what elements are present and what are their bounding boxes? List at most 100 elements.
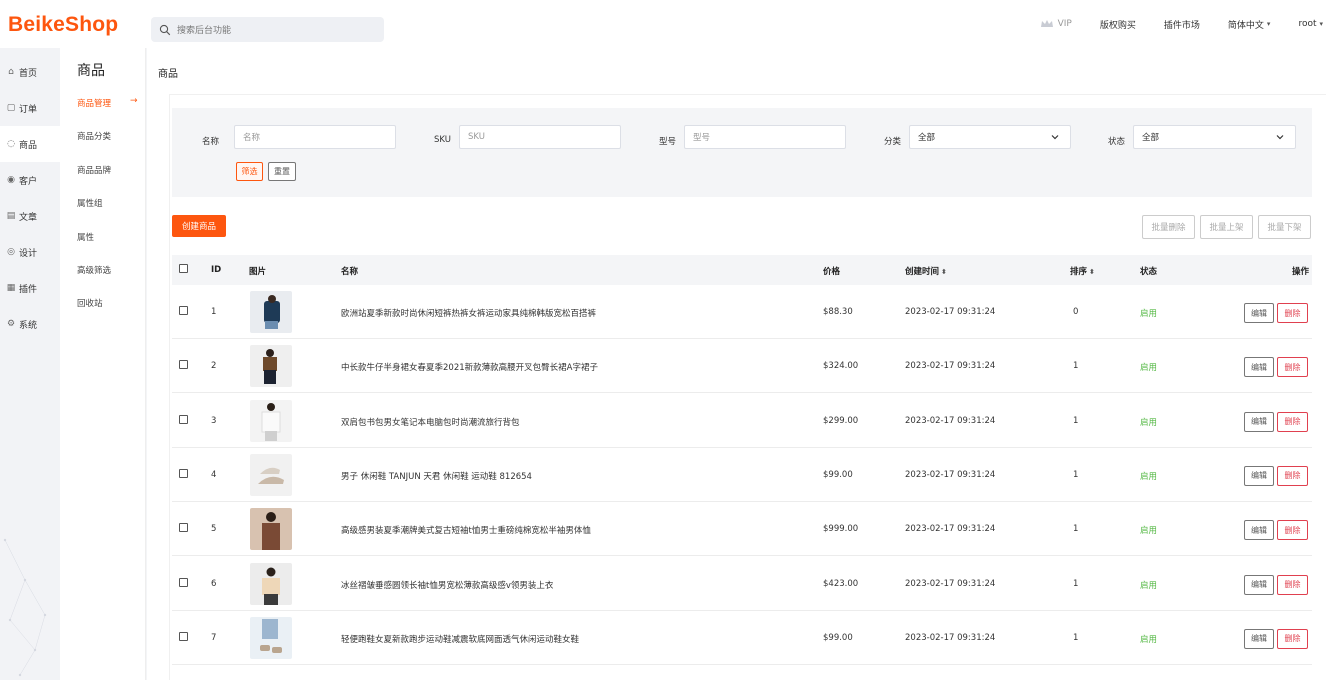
sku-input[interactable]: SKU [459, 125, 621, 149]
row-id: 6 [211, 578, 217, 589]
status-badge: 启用 [1140, 471, 1158, 482]
subnav-item[interactable]: 高级筛选 [77, 264, 111, 276]
row-checkbox[interactable] [179, 631, 188, 641]
logo[interactable]: BeikeShop [8, 13, 118, 37]
row-checkbox[interactable] [179, 306, 188, 315]
sort-order: 1 [1073, 415, 1079, 426]
product-image [250, 345, 292, 388]
row-checkbox[interactable] [179, 414, 188, 424]
select-all-checkbox[interactable] [179, 264, 188, 273]
table-row: 1 欧洲站夏季新款时尚休闲短裤热裤女裤运动家具纯棉韩版宽松百搭裤 $88.30 202… [172, 285, 1312, 339]
edit-button[interactable]: 编辑 [1244, 574, 1274, 595]
status-badge: 启用 [1140, 526, 1158, 537]
created-time: 2023-02-17 09:31:24 [905, 578, 996, 589]
crown-icon [1040, 20, 1053, 27]
user-dropdown[interactable]: root ▾ [1298, 19, 1323, 29]
col-id: ID [211, 265, 222, 275]
subnav-item[interactable]: 商品管理 [77, 97, 111, 109]
sidebar-item-design[interactable]: ◎ 设计 [0, 234, 60, 270]
row-id: 1 [211, 307, 217, 317]
vip-label: VIP [1057, 19, 1072, 29]
create-product-button[interactable]: 创建商品 [172, 215, 226, 237]
model-input[interactable]: 型号 [684, 125, 846, 149]
vip-link[interactable]: VIP [1040, 19, 1072, 29]
subnav-item[interactable]: 回收站 [77, 297, 103, 309]
sidebar-item-home[interactable]: ⌂ 首页 [0, 54, 60, 90]
edit-button[interactable]: 编辑 [1244, 303, 1274, 323]
customer-icon: ◉ [7, 175, 15, 185]
table-row: 2 中长款牛仔半身裙女春夏季2021新款薄款高腰开叉包臀长裙A字裙子 $324.00… [172, 339, 1312, 394]
subnav-item[interactable]: 属性组 [77, 197, 103, 209]
created-time: 2023-02-17 09:31:24 [905, 524, 996, 535]
sidebar-item-label: 设计 [19, 248, 38, 259]
category-value: 全部 [918, 133, 936, 143]
edit-button[interactable]: 编辑 [1244, 357, 1274, 378]
reset-button[interactable]: 重置 [268, 162, 296, 181]
batch-delete-button[interactable]: 批量删除 [1142, 215, 1195, 239]
delete-button[interactable]: 删除 [1277, 303, 1308, 323]
status-select[interactable]: 全部 [1133, 125, 1296, 149]
sidebar-item-label: 插件 [19, 284, 38, 295]
row-checkbox[interactable] [179, 523, 188, 533]
edit-button[interactable]: 编辑 [1244, 465, 1274, 486]
sidebar-item-article[interactable]: ▤ 文章 [0, 198, 60, 234]
category-select[interactable]: 全部 [909, 125, 1071, 149]
delete-button[interactable]: 删除 [1277, 357, 1308, 378]
delete-button[interactable]: 删除 [1277, 574, 1308, 595]
sidebar-item-customer[interactable]: ◉ 客户 [0, 162, 60, 198]
search-placeholder: 搜索后台功能 [177, 26, 232, 36]
plugin-icon: ▦ [6, 283, 16, 293]
subnav-item[interactable]: 属性 [77, 231, 94, 243]
plugin-market-link[interactable]: 插件市场 [1164, 18, 1200, 31]
row-id: 4 [211, 469, 217, 480]
product-image [250, 616, 292, 659]
delete-button[interactable]: 删除 [1277, 520, 1308, 541]
delete-button[interactable]: 删除 [1277, 465, 1308, 486]
subnav-item[interactable]: 商品分类 [77, 130, 111, 142]
batch-on-button[interactable]: 批量上架 [1200, 215, 1253, 239]
filter-button[interactable]: 筛选 [236, 162, 263, 181]
home-icon: ⌂ [8, 67, 14, 77]
sort-icon: ⬍ [1089, 268, 1095, 276]
row-checkbox[interactable] [179, 468, 188, 478]
sidebar-item-label: 商品 [19, 140, 38, 151]
search-input[interactable]: 搜索后台功能 [151, 17, 384, 42]
delete-button[interactable]: 删除 [1277, 628, 1308, 649]
sort-order: 1 [1073, 632, 1079, 643]
sidebar-item-plugin[interactable]: ▦ 插件 [0, 270, 60, 306]
edit-button[interactable]: 编辑 [1244, 520, 1274, 541]
sidebar-item-system[interactable]: ⚙ 系统 [0, 306, 60, 342]
sort-icon: ⬍ [941, 268, 947, 276]
col-status: 状态 [1140, 267, 1158, 277]
language-dropdown[interactable]: 简体中文 ▾ [1228, 18, 1271, 31]
table-row: 5 高级感男装夏季潮牌美式复古短袖t恤男士重磅纯棉宽松半袖男体恤 $999.00 20… [172, 502, 1312, 557]
sub-sidebar-title: 商品 [77, 63, 105, 79]
license-link[interactable]: 版权购买 [1100, 18, 1136, 31]
edit-button[interactable]: 编辑 [1244, 411, 1274, 432]
sidebar-item-label: 首页 [19, 68, 38, 79]
batch-off-button[interactable]: 批量下架 [1258, 215, 1311, 239]
caret-down-icon: ▾ [1266, 20, 1271, 28]
sku-label: SKU [434, 135, 451, 145]
product-price: $88.30 [823, 307, 853, 317]
col-sort[interactable]: 排序 ⬍ [1070, 265, 1095, 277]
subnav-item[interactable]: 商品品牌 [77, 164, 111, 176]
edit-button[interactable]: 编辑 [1244, 628, 1274, 649]
product-name: 中长款牛仔半身裙女春夏季2021新款薄款高腰开叉包臀长裙A字裙子 [341, 363, 598, 374]
col-created[interactable]: 创建时间 ⬍ [905, 265, 947, 277]
created-time: 2023-02-17 09:31:24 [905, 307, 996, 317]
row-checkbox[interactable] [179, 577, 188, 587]
status-value: 全部 [1142, 133, 1160, 143]
delete-button[interactable]: 删除 [1277, 411, 1308, 432]
sidebar-item-label: 订单 [19, 104, 38, 115]
row-checkbox[interactable] [179, 360, 188, 370]
sort-order: 1 [1073, 361, 1079, 372]
user-label: root [1298, 19, 1317, 29]
col-operation: 操作 [1292, 267, 1310, 277]
status-badge: 启用 [1140, 417, 1158, 428]
name-label: 名称 [202, 137, 220, 147]
sidebar-item-order[interactable]: ▢ 订单 [0, 90, 60, 126]
created-time: 2023-02-17 09:31:24 [905, 415, 996, 426]
sidebar-item-product[interactable]: ◌ 商品 [0, 126, 60, 162]
name-input[interactable]: 名称 [234, 125, 396, 149]
